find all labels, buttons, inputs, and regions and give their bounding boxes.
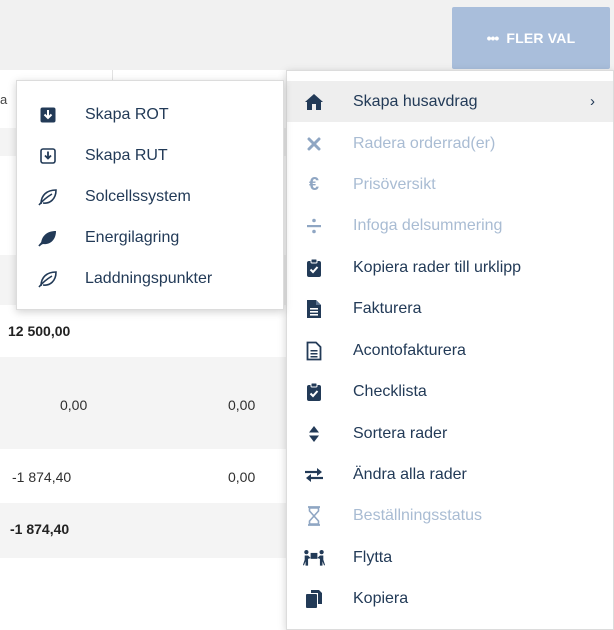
exchange-icon [303,464,325,486]
row-zero-col1: 0,00 [60,397,88,413]
invoice-icon [303,298,325,320]
home-icon [303,91,325,113]
row-deduction-col1: -1 874,40 [12,469,72,485]
people-carry-icon [303,547,325,569]
menu-item-label: Prisöversikt [353,175,436,193]
checklist-icon [303,381,325,403]
clipboard-check-icon [303,257,325,279]
menu-item-label: Kopiera rader till urklipp [353,258,522,276]
submenu-item-label: Skapa RUT [85,147,168,164]
leaf-outline-icon [37,268,59,290]
submenu-item-laddningspunkter[interactable]: Laddningspunkter [17,259,283,299]
row-total-amount: 12 500,00 [8,323,71,339]
husavdrag-submenu: Skapa ROT Skapa RUT Solcellssystem Energ… [16,80,284,310]
download-box-icon [37,104,59,126]
menu-item-skapa-husavdrag[interactable]: Skapa husavdrag › [287,81,613,122]
menu-item-infoga-delsummering[interactable]: Infoga delsummering [287,205,613,246]
menu-item-andra-alla-rader[interactable]: Ändra alla rader [287,454,613,495]
more-choices-button[interactable]: ••• FLER VAL [452,7,610,69]
table-header-cell: a [0,92,8,107]
menu-item-label: Radera orderrad(er) [353,134,496,152]
menu-item-acontofakturera[interactable]: Acontofakturera [287,330,613,371]
submenu-item-label: Energilagring [85,229,180,246]
download-box-outline-icon [37,145,59,167]
menu-item-checklista[interactable]: Checklista [287,371,613,412]
menu-item-label: Ändra alla rader [353,465,467,483]
hourglass-icon [303,505,325,527]
menu-item-label: Sortera rader [353,424,448,442]
row-zero-col2: 0,00 [228,397,256,413]
menu-item-fakturera[interactable]: Fakturera [287,288,613,329]
menu-item-kopiera-rader[interactable]: Kopiera rader till urklipp [287,247,613,288]
menu-item-label: Checklista [353,382,427,400]
menu-item-kopiera[interactable]: Kopiera [287,578,613,619]
submenu-item-solcellssystem[interactable]: Solcellssystem [17,177,283,217]
submenu-item-energilagring[interactable]: Energilagring [17,218,283,258]
menu-item-prisoversikt[interactable]: € Prisöversikt [287,164,613,205]
menu-item-label: Flytta [353,548,393,566]
row-deduction-col2: 0,00 [228,469,256,485]
close-icon [303,133,325,155]
submenu-item-label: Skapa ROT [85,106,169,123]
menu-item-radera-orderrader[interactable]: Radera orderrad(er) [287,123,613,164]
menu-item-label: Beställningsstatus [353,506,482,524]
more-choices-label: FLER VAL [506,30,576,46]
menu-item-label: Acontofakturera [353,341,466,359]
menu-item-label: Kopiera [353,589,409,607]
divide-icon [303,215,325,237]
sort-icon [303,423,325,445]
submenu-item-skapa-rut[interactable]: Skapa RUT [17,136,283,176]
menu-item-flytta[interactable]: Flytta [287,537,613,578]
submenu-item-skapa-rot[interactable]: Skapa ROT [17,95,283,135]
submenu-item-label: Laddningspunkter [85,270,213,287]
submenu-item-label: Solcellssystem [85,188,191,205]
more-choices-menu: Skapa husavdrag › Radera orderrad(er) € … [286,70,614,630]
menu-item-label: Fakturera [353,299,422,317]
copy-icon [303,588,325,610]
euro-icon: € [308,174,319,194]
menu-item-label: Skapa husavdrag [353,92,478,110]
menu-item-label: Infoga delsummering [353,216,503,234]
menu-item-sortera-rader[interactable]: Sortera rader [287,413,613,454]
ellipsis-icon: ••• [486,30,500,46]
leaf-outline-icon [37,186,59,208]
leaf-icon [37,227,59,249]
chevron-right-icon: › [590,93,595,110]
row-deduction-total: -1 874,40 [10,521,70,537]
invoice-outline-icon [303,340,325,362]
menu-item-bestallningsstatus[interactable]: Beställningsstatus [287,495,613,536]
